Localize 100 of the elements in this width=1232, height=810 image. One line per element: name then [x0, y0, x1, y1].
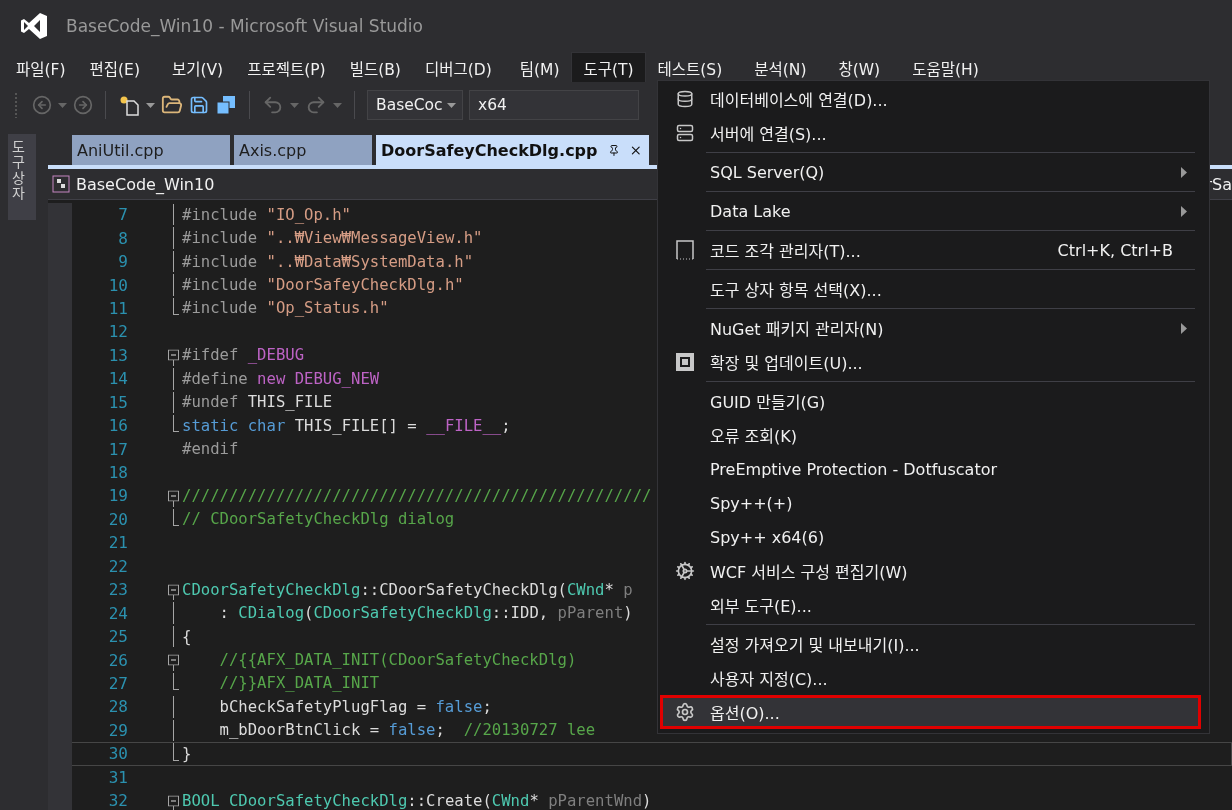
extensions-icon [675, 352, 695, 372]
line-number: 24 [107, 603, 128, 623]
project-icon [52, 175, 70, 193]
database-icon [676, 90, 694, 108]
collapse-icon[interactable] [168, 349, 179, 361]
code-line: #include "..₩View₩MessageView.h" [182, 229, 483, 248]
code-line: #define new DEBUG_NEW [182, 369, 380, 388]
menu-item[interactable]: 창(W) [826, 52, 893, 82]
line-number: 11 [107, 298, 128, 318]
code-line: #endif [182, 440, 239, 459]
save-icon[interactable] [189, 95, 209, 115]
caret-icon[interactable] [146, 102, 155, 108]
submenu-arrow-icon [1181, 166, 1187, 178]
pin-icon[interactable] [607, 142, 620, 158]
menu-item[interactable]: 도움말(H) [900, 52, 991, 82]
menu-entry[interactable]: Spy++ x64(6) [660, 520, 1201, 554]
toolbar-grip[interactable] [14, 92, 18, 118]
menu-entry[interactable]: WCF 서비스 구성 편집기(W) [660, 554, 1201, 588]
line-number: 18 [107, 463, 128, 483]
code-line: { [182, 627, 192, 646]
collapse-icon[interactable] [168, 584, 179, 596]
code-line: static char THIS_FILE[] = __FILE__; [182, 416, 511, 435]
menu-item[interactable]: 편집(E) [77, 52, 152, 82]
solution-config-dropdown[interactable]: BaseCoc [367, 90, 463, 120]
back-icon[interactable] [32, 95, 52, 115]
menu-entry[interactable]: 확장 및 업데이트(U)... [660, 345, 1201, 379]
project-dropdown[interactable]: BaseCode_Win10 [48, 174, 215, 194]
save-all-icon[interactable] [215, 94, 237, 116]
line-number: 16 [107, 416, 128, 436]
line-number: 9 [117, 252, 128, 272]
line-number: 8 [117, 228, 128, 248]
menu-entry[interactable]: 오류 조회(K) [660, 418, 1201, 452]
code-line: bCheckSafetyPlugFlag = false; [218, 697, 492, 716]
line-number: 14 [107, 369, 128, 389]
code-line: #include "DoorSafeyCheckDlg.h" [182, 276, 464, 295]
submenu-arrow-icon [1181, 205, 1187, 217]
caret-icon[interactable] [290, 102, 299, 108]
menu-entry[interactable]: 서버에 연결(S)... [660, 116, 1201, 150]
line-number: 19 [107, 486, 128, 506]
menu-entry[interactable]: 외부 도구(E)... [660, 588, 1201, 622]
code-line: CDoorSafetyCheckDlg::CDoorSafetyCheckDlg(CWnd* p [182, 580, 633, 599]
line-number: 27 [107, 673, 128, 693]
caret-icon[interactable] [333, 102, 342, 108]
menu-item[interactable]: 분석(N) [742, 52, 819, 82]
menu-item[interactable]: 테스트(S) [645, 52, 735, 82]
redo-icon[interactable] [305, 94, 327, 116]
line-number: 13 [107, 345, 128, 365]
line-number: 17 [107, 439, 128, 459]
menu-item[interactable]: 보기(V) [159, 52, 236, 82]
line-number: 23 [107, 580, 128, 600]
line-number: 32 [107, 791, 128, 810]
code-line: #include "..₩Data₩SystemData.h" [182, 252, 474, 271]
menu-item[interactable]: 디버그(D) [412, 52, 504, 82]
document-tab[interactable]: Axis.cpp [234, 135, 372, 165]
menu-item[interactable]: 팀(M) [507, 52, 572, 82]
line-number: 7 [117, 205, 128, 225]
collapse-icon[interactable] [168, 795, 179, 807]
code-line: BOOL CDoorSafetyCheckDlg::Create(CWnd* pParentWnd) [182, 791, 652, 810]
platform-dropdown[interactable]: x64 [469, 90, 639, 120]
line-number: 21 [107, 533, 128, 553]
line-number: 20 [107, 509, 128, 529]
line-number: 12 [107, 322, 128, 342]
undo-icon[interactable] [262, 94, 284, 116]
code-line: } [182, 744, 192, 763]
collapse-icon[interactable] [168, 654, 179, 666]
menu-entry[interactable]: Spy++(+) [660, 486, 1201, 520]
document-tab[interactable]: DoorSafeyCheckDlg.cpp [376, 135, 649, 165]
menu-entry[interactable]: 사용자 지정(C)... [660, 661, 1201, 695]
menu-item[interactable]: 도구(T) [571, 52, 646, 82]
menu-item[interactable]: 빌드(B) [337, 52, 413, 82]
window-title: BaseCode_Win10 - Microsoft Visual Studio [66, 16, 423, 36]
code-line: #include "IO_Op.h" [182, 205, 351, 224]
toolbox-tab[interactable]: 도구 상자 [8, 134, 36, 220]
menu-entry[interactable]: PreEmptive Protection - Dotfuscator [660, 452, 1201, 486]
submenu-arrow-icon [1181, 322, 1187, 334]
line-number: 22 [107, 556, 128, 576]
code-line: ////////////////////////////////////////////////// [182, 486, 652, 505]
code-line: // CDoorSafetyCheckDlg dialog [182, 510, 455, 529]
caret-icon[interactable] [58, 102, 67, 108]
caret-icon[interactable] [447, 102, 456, 108]
menu-item[interactable]: 파일(F) [4, 52, 78, 82]
collapse-icon[interactable] [168, 490, 179, 502]
new-project-icon[interactable] [118, 94, 140, 116]
line-number: 30 [107, 744, 128, 764]
line-number: 28 [107, 697, 128, 717]
menu-item[interactable]: 프로젝트(P) [235, 52, 338, 82]
code-line: m_bDoorBtnClick = false; //20130727 lee [218, 721, 596, 740]
cog-icon [675, 561, 695, 581]
settings-icon [675, 702, 695, 722]
menu-entry[interactable]: 데이터베이스에 연결(D)... [660, 82, 1201, 116]
forward-icon[interactable] [73, 95, 93, 115]
line-number: 15 [107, 392, 128, 412]
line-number: 29 [107, 720, 128, 740]
line-number: 31 [107, 767, 128, 787]
open-folder-icon[interactable] [161, 94, 183, 116]
menu-entry[interactable]: 옵션(O)... [660, 695, 1201, 729]
code-line: #include "Op_Status.h" [182, 299, 389, 318]
code-line: //}}AFX_DATA_INIT [218, 674, 380, 693]
document-tab[interactable]: AniUtil.cpp [72, 135, 230, 165]
dotted-frame-icon [676, 240, 694, 260]
